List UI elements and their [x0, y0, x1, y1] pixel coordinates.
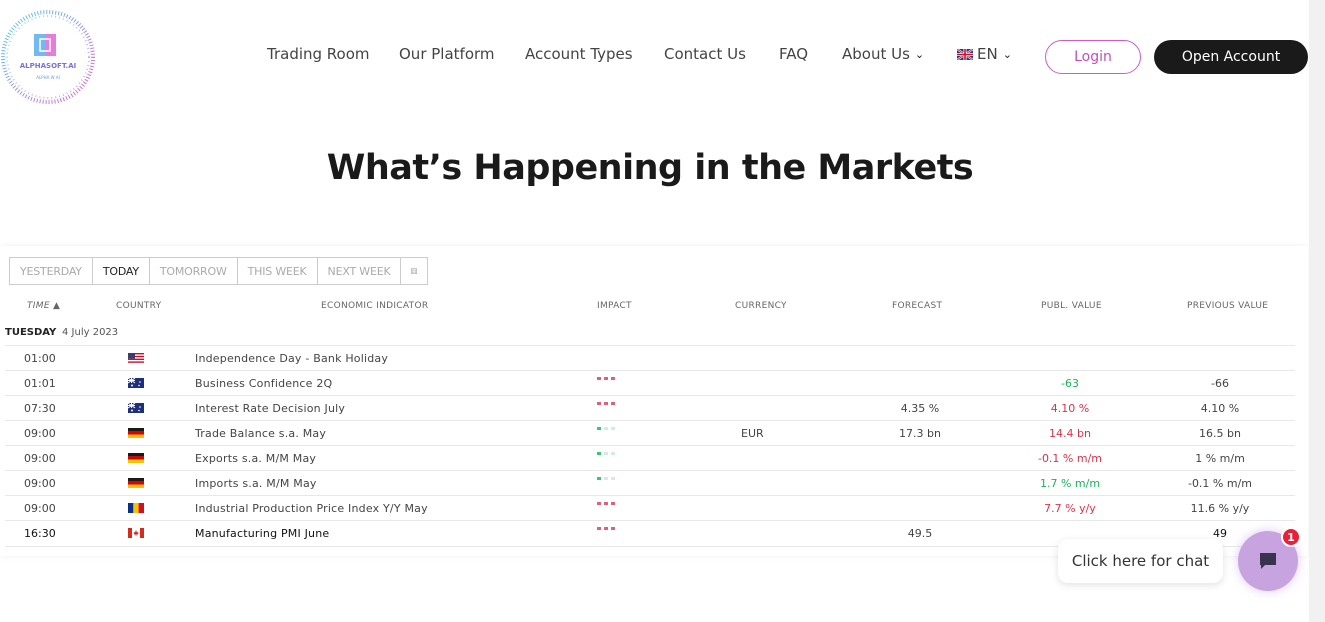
- row-time: 09:00: [24, 477, 56, 490]
- table-row[interactable]: 09:00 Industrial Production Price Index Y…: [5, 495, 1295, 521]
- chat-prompt[interactable]: Click here for chat: [1058, 539, 1223, 583]
- economic-calendar: YESTERDAY TODAY TOMORROW THIS WEEK NEXT …: [0, 246, 1308, 556]
- login-button[interactable]: Login: [1045, 40, 1141, 74]
- table-row[interactable]: 01:00 Independence Day - Bank Holiday: [5, 345, 1295, 371]
- page-title: What’s Happening in the Markets: [326, 148, 974, 188]
- country-flag-icon: [128, 353, 144, 363]
- country-flag-icon: [128, 503, 144, 513]
- row-indicator: Independence Day - Bank Holiday: [195, 352, 389, 365]
- country-flag-icon: [128, 378, 144, 388]
- tab-next-week[interactable]: NEXT WEEK: [318, 258, 402, 284]
- impact-indicator: [597, 377, 615, 380]
- row-forecast: 49.5: [907, 527, 933, 540]
- chevron-down-icon: ⌄: [1002, 48, 1012, 61]
- row-forecast: 4.35 %: [900, 402, 940, 415]
- nav-our-platform[interactable]: Our Platform: [399, 45, 495, 63]
- calendar-icon[interactable]: [401, 258, 427, 284]
- table-row[interactable]: 07:30 Interest Rate Decision July 4.35 % 4.…: [5, 395, 1295, 421]
- row-forecast: 17.3 bn: [899, 427, 941, 440]
- impact-indicator: [597, 427, 615, 430]
- column-header-country: COUNTRY: [116, 301, 162, 311]
- row-indicator: Exports s.a. M/M May: [195, 452, 317, 465]
- language-label: EN: [977, 45, 998, 63]
- impact-indicator: [597, 402, 615, 405]
- row-indicator: Imports s.a. M/M May: [195, 477, 317, 490]
- impact-indicator: [597, 527, 615, 530]
- row-currency: EUR: [741, 427, 764, 440]
- tab-this-week[interactable]: THIS WEEK: [238, 258, 318, 284]
- open-account-button[interactable]: Open Account: [1154, 40, 1308, 74]
- row-previous-value: -66: [1211, 377, 1229, 390]
- row-indicator: Interest Rate Decision July: [195, 402, 346, 415]
- row-publ-value: 1.7 % m/m: [1039, 477, 1101, 490]
- column-header-previous-value: PREVIOUS VALUE: [1187, 301, 1269, 311]
- day-date: 4 July 2023: [62, 327, 119, 338]
- row-time: 07:30: [24, 402, 56, 415]
- row-previous-value: 4.10 %: [1200, 402, 1240, 415]
- calendar-glyph: [411, 268, 418, 274]
- tab-yesterday[interactable]: YESTERDAY: [10, 258, 93, 284]
- svg-text:ALPHASOFT.AI: ALPHASOFT.AI: [20, 62, 76, 70]
- row-time: 09:00: [24, 427, 56, 440]
- table-row[interactable]: 01:01 Business Confidence 2Q -63 -66: [5, 370, 1295, 396]
- column-header-time[interactable]: TIME ▲: [27, 301, 60, 311]
- impact-indicator: [597, 502, 615, 505]
- logo-image: ALPHASOFT.AI ALPHA W AI: [1, 10, 95, 104]
- row-publ-value: -63: [1061, 377, 1079, 390]
- row-indicator: Manufacturing PMI June: [195, 527, 330, 540]
- row-indicator: Industrial Production Price Index Y/Y Ma…: [195, 502, 428, 515]
- nav-about-us[interactable]: About Us ⌄: [842, 45, 924, 63]
- column-header-indicator: ECONOMIC INDICATOR: [321, 301, 429, 311]
- row-indicator: Business Confidence 2Q: [195, 377, 333, 390]
- page-scrollbar[interactable]: [1309, 0, 1325, 622]
- column-header-forecast: FORECAST: [892, 301, 943, 311]
- svg-text:ALPHA W AI: ALPHA W AI: [36, 75, 60, 80]
- date-filter-tabs: YESTERDAY TODAY TOMORROW THIS WEEK NEXT …: [9, 257, 429, 285]
- table-row[interactable]: 09:00 Trade Balance s.a. May EUR 17.3 bn 14.…: [5, 420, 1295, 446]
- row-time: 09:00: [24, 502, 56, 515]
- tab-today[interactable]: TODAY: [93, 258, 150, 284]
- column-header-publ-value: PUBL. VALUE: [1041, 301, 1102, 311]
- row-previous-value: 1 % m/m: [1195, 452, 1245, 465]
- country-flag-icon: [128, 403, 144, 413]
- nav-faq[interactable]: FAQ: [779, 45, 808, 63]
- column-header-impact: IMPACT: [597, 301, 632, 311]
- alphasoft-logo[interactable]: ALPHASOFT.AI ALPHA W AI: [0, 6, 96, 108]
- row-publ-value: 7.7 % y/y: [1044, 502, 1096, 515]
- language-selector[interactable]: EN ⌄: [957, 45, 1012, 63]
- row-time: 09:00: [24, 452, 56, 465]
- country-flag-icon: [128, 428, 144, 438]
- row-publ-value: 4.10 %: [1050, 402, 1090, 415]
- tab-tomorrow[interactable]: TOMORROW: [150, 258, 238, 284]
- row-time: 01:01: [24, 377, 56, 390]
- nav-account-types[interactable]: Account Types: [525, 45, 633, 63]
- impact-indicator: [597, 477, 615, 480]
- row-publ-value: 14.4 bn: [1049, 427, 1091, 440]
- table-row[interactable]: 09:00 Exports s.a. M/M May -0.1 % m/m 1 % m…: [5, 445, 1295, 471]
- country-flag-icon: [128, 453, 144, 463]
- table-row[interactable]: 09:00 Imports s.a. M/M May 1.7 % m/m -0.1 %…: [5, 470, 1295, 496]
- nav-trading-room[interactable]: Trading Room: [267, 45, 370, 63]
- row-indicator: Trade Balance s.a. May: [195, 427, 327, 440]
- country-flag-icon: [128, 528, 144, 538]
- row-previous-value: -0.1 % m/m: [1187, 477, 1253, 490]
- column-header-currency: CURRENCY: [735, 301, 787, 311]
- chat-notification-badge: 1: [1281, 527, 1301, 547]
- row-previous-value: 16.5 bn: [1199, 427, 1241, 440]
- row-previous-value: 11.6 % y/y: [1190, 502, 1250, 515]
- row-time: 01:00: [24, 352, 56, 365]
- day-label: TUESDAY: [5, 327, 57, 338]
- chevron-down-icon: ⌄: [914, 48, 925, 61]
- top-navigation: ALPHASOFT.AI ALPHA W AI Trading Room Our…: [0, 0, 1325, 115]
- row-time: 16:30: [24, 527, 56, 540]
- chat-icon: [1260, 553, 1276, 569]
- nav-about-us-label: About Us: [842, 45, 910, 63]
- row-publ-value: -0.1 % m/m: [1037, 452, 1103, 465]
- impact-indicator: [597, 452, 615, 455]
- uk-flag-icon: [957, 49, 973, 60]
- country-flag-icon: [128, 478, 144, 488]
- nav-contact-us[interactable]: Contact Us: [664, 45, 746, 63]
